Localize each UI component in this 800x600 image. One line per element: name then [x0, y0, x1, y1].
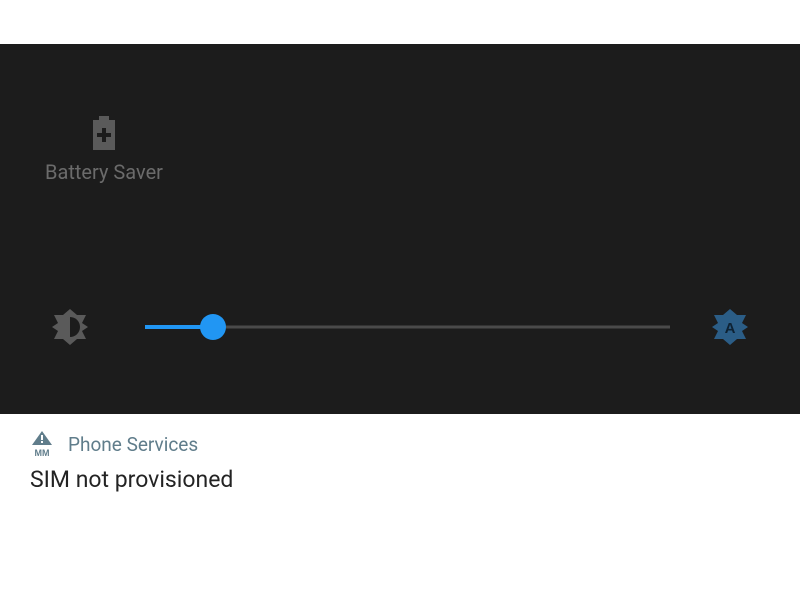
notification-header: MM Phone Services: [30, 432, 770, 456]
slider-thumb[interactable]: [200, 314, 226, 340]
auto-brightness-label: A: [725, 320, 736, 337]
notification-app-name: Phone Services: [68, 433, 198, 456]
battery-plus-icon: [87, 116, 121, 150]
auto-brightness-toggle[interactable]: A: [710, 307, 750, 347]
warning-sim-icon: MM: [30, 432, 54, 456]
quick-settings-panel: Battery Saver A: [0, 44, 800, 414]
notification-title: SIM not provisioned: [30, 466, 770, 493]
brightness-slider[interactable]: [145, 307, 670, 347]
battery-saver-label: Battery Saver: [45, 160, 163, 184]
brightness-row: A: [50, 302, 750, 352]
svg-text:MM: MM: [35, 448, 50, 457]
brightness-low-icon: [50, 307, 90, 347]
notification-card[interactable]: MM Phone Services SIM not provisioned: [0, 414, 800, 507]
battery-saver-tile[interactable]: Battery Saver: [45, 116, 163, 184]
